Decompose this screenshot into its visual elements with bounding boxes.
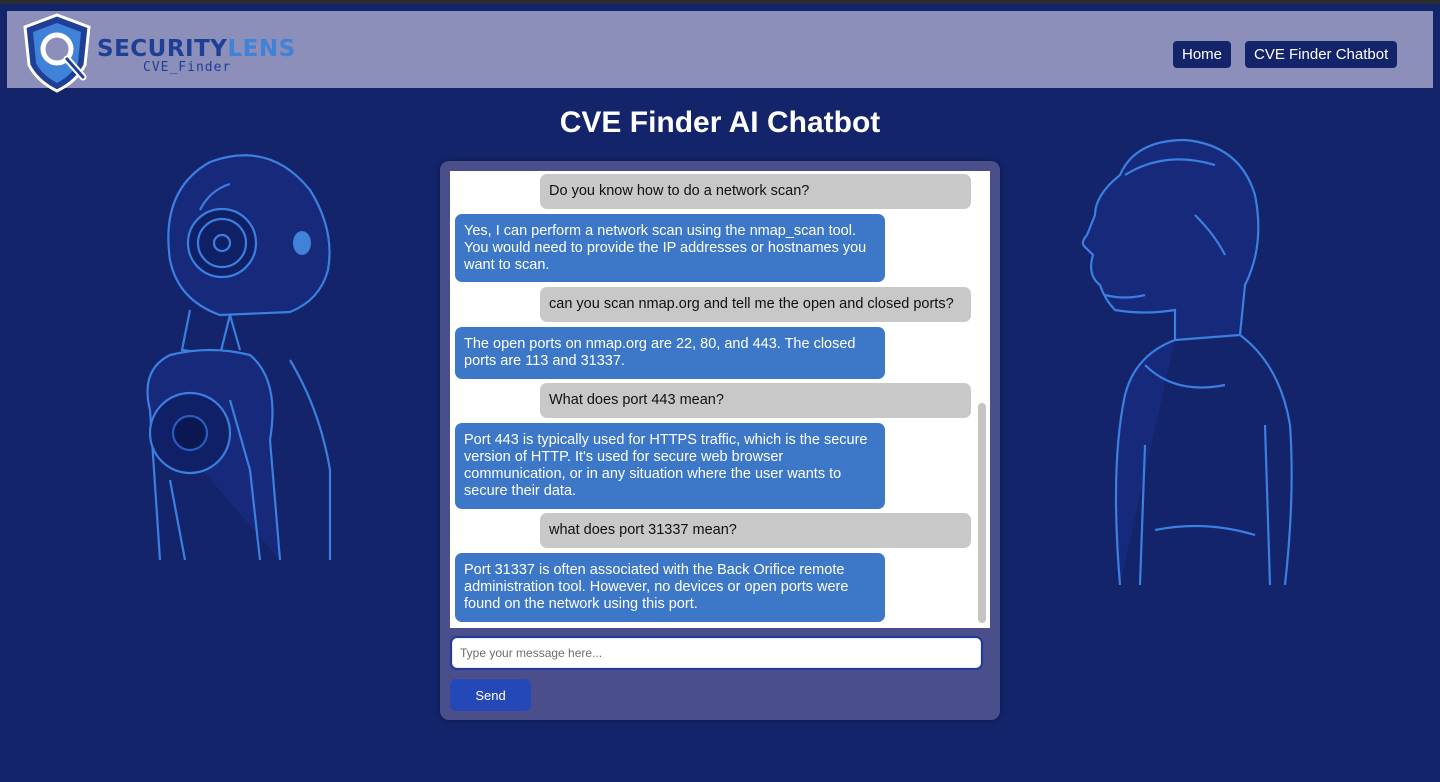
bot-message: Yes, I can perform a network scan using … bbox=[455, 214, 885, 282]
user-message: Do you know how to do a network scan? bbox=[540, 174, 971, 209]
window-top-edge bbox=[0, 0, 1440, 4]
robot-illustration bbox=[146, 154, 332, 561]
shield-magnifier-icon bbox=[23, 13, 91, 93]
message-input[interactable] bbox=[450, 636, 983, 670]
chat-scrollbar-thumb[interactable] bbox=[978, 403, 986, 623]
human-profile-illustration bbox=[1081, 138, 1293, 585]
chat-messages[interactable]: Do you know how to do a network scan? Ye… bbox=[450, 171, 990, 628]
brand-subtitle: CVE_Finder bbox=[143, 60, 232, 75]
send-button[interactable]: Send bbox=[450, 679, 531, 711]
user-message: what does port 31337 mean? bbox=[540, 513, 971, 548]
bot-message: Port 443 is typically used for HTTPS tra… bbox=[455, 423, 885, 509]
user-message: can you scan nmap.org and tell me the op… bbox=[540, 287, 971, 322]
chat-panel: Do you know how to do a network scan? Ye… bbox=[440, 161, 1000, 720]
brand-name: SECURITYLENS bbox=[97, 36, 296, 62]
chat-scrollbar[interactable] bbox=[977, 171, 987, 628]
bot-message: The open ports on nmap.org are 22, 80, a… bbox=[455, 327, 885, 379]
bot-message: Port 31337 is often associated with the … bbox=[455, 553, 885, 622]
user-message: What does port 443 mean? bbox=[540, 383, 971, 418]
nav-chatbot-link[interactable]: CVE Finder Chatbot bbox=[1245, 41, 1398, 68]
nav-home-link[interactable]: Home bbox=[1173, 41, 1232, 68]
site-header: SECURITYLENS CVE_Finder Home CVE Finder … bbox=[7, 11, 1433, 93]
brand-logo[interactable]: SECURITYLENS CVE_Finder bbox=[19, 11, 295, 95]
